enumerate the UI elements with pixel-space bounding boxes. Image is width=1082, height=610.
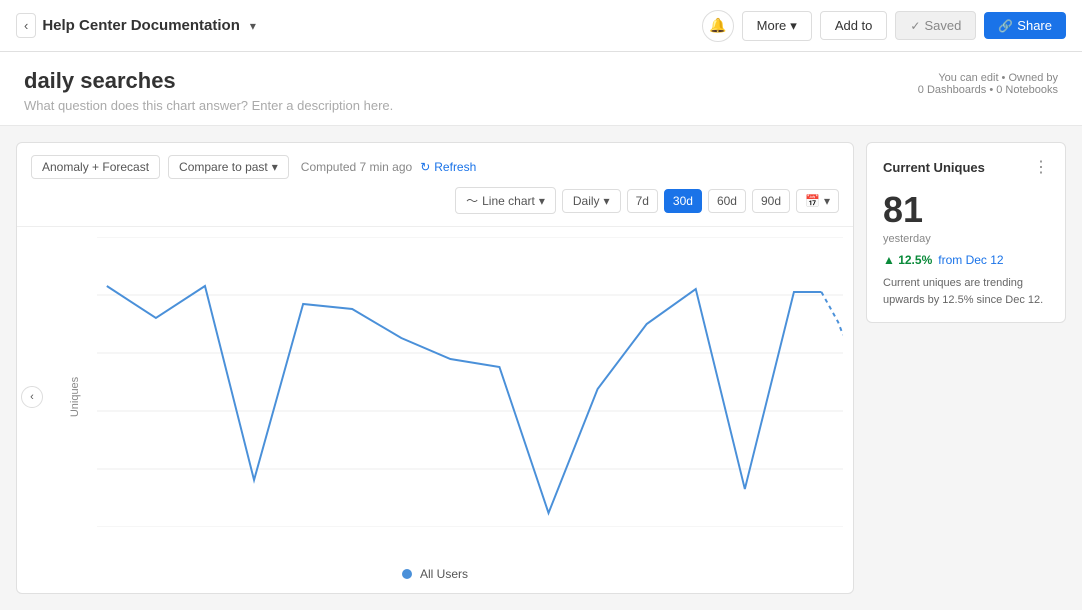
time-90d-button[interactable]: 90d bbox=[752, 189, 790, 213]
more-chevron-icon: ▾ bbox=[790, 18, 797, 34]
time-60d-button[interactable]: 60d bbox=[708, 189, 746, 213]
page-meta: You can edit • Owned by 0 Dashboards • 0… bbox=[918, 72, 1058, 96]
trend-row: ▲ 12.5% from Dec 12 bbox=[883, 253, 1049, 267]
page-description[interactable]: What question does this chart answer? En… bbox=[24, 98, 393, 113]
trend-from: from Dec 12 bbox=[938, 253, 1003, 267]
cal-chevron-icon: ▾ bbox=[824, 194, 830, 208]
uniques-card-header: Current Uniques ⋮ bbox=[883, 157, 1049, 177]
time-7d-button[interactable]: 7d bbox=[627, 189, 658, 213]
content-wrapper: Anomaly + Forecast Compare to past ▾ Com… bbox=[0, 126, 1082, 610]
compare-to-past-button[interactable]: Compare to past ▾ bbox=[168, 155, 289, 179]
chart-left-nav-button[interactable]: ‹ bbox=[21, 386, 43, 408]
anomaly-forecast-button[interactable]: Anomaly + Forecast bbox=[31, 155, 160, 179]
top-bar-right: 🔔 More ▾ Add to ✓ Saved 🔗 Share bbox=[702, 10, 1066, 42]
chart-type-button[interactable]: 〜 Line chart ▾ bbox=[455, 187, 556, 214]
time-30d-button[interactable]: 30d bbox=[664, 189, 702, 213]
uniques-description: Current uniques are trending upwards by … bbox=[883, 275, 1049, 308]
page-title: daily searches bbox=[24, 68, 393, 94]
granularity-chevron-icon: ▾ bbox=[604, 194, 610, 208]
link-icon: 🔗 bbox=[998, 19, 1013, 33]
chart-type-chevron-icon: ▾ bbox=[539, 194, 545, 208]
chart-panel: Anomaly + Forecast Compare to past ▾ Com… bbox=[16, 142, 854, 594]
refresh-icon: ↻ bbox=[420, 160, 430, 174]
line-chart-icon: 〜 bbox=[466, 192, 478, 209]
toolbar-right: 〜 Line chart ▾ Daily ▾ 7d 30d 60d 90d 📅 … bbox=[455, 187, 839, 214]
calendar-button[interactable]: 📅 ▾ bbox=[796, 189, 839, 213]
title-chevron-button[interactable]: ▾ bbox=[246, 17, 260, 35]
sidebar-panel: Current Uniques ⋮ 81 yesterday ▲ 12.5% f… bbox=[866, 142, 1066, 594]
computed-text: Computed 7 min ago bbox=[301, 160, 412, 174]
trend-percentage: ▲ 12.5% bbox=[883, 253, 932, 267]
add-to-button[interactable]: Add to bbox=[820, 11, 888, 40]
legend-dot bbox=[402, 569, 412, 579]
back-button[interactable]: ‹ bbox=[16, 13, 36, 38]
uniques-title: Current Uniques bbox=[883, 160, 985, 175]
bell-icon: 🔔 bbox=[709, 17, 726, 34]
saved-button[interactable]: ✓ Saved bbox=[895, 11, 976, 40]
check-icon: ✓ bbox=[910, 19, 920, 33]
uniques-more-button[interactable]: ⋮ bbox=[1033, 157, 1049, 177]
uniques-value: 81 bbox=[883, 189, 1049, 231]
top-bar: ‹ Help Center Documentation ▾ 🔔 More ▾ A… bbox=[0, 0, 1082, 52]
share-button[interactable]: 🔗 Share bbox=[984, 12, 1066, 39]
chart-toolbar: Anomaly + Forecast Compare to past ▾ Com… bbox=[17, 143, 853, 227]
chart-legend: All Users bbox=[17, 567, 853, 593]
app-title: Help Center Documentation bbox=[42, 17, 240, 34]
chart-svg: 100 80 60 40 20 0 Dec 12 Dec 14 Dec 16 D… bbox=[97, 237, 843, 527]
y-axis-label: Uniques bbox=[69, 377, 81, 417]
bell-button[interactable]: 🔔 bbox=[702, 10, 734, 42]
refresh-button[interactable]: ↻ Refresh bbox=[420, 160, 476, 174]
uniques-card: Current Uniques ⋮ 81 yesterday ▲ 12.5% f… bbox=[866, 142, 1066, 323]
calendar-icon: 📅 bbox=[805, 194, 820, 208]
top-bar-left: ‹ Help Center Documentation ▾ bbox=[16, 13, 260, 38]
compare-chevron-icon: ▾ bbox=[272, 160, 278, 174]
uniques-label: yesterday bbox=[883, 233, 1049, 245]
legend-label: All Users bbox=[420, 567, 468, 581]
more-button[interactable]: More ▾ bbox=[742, 11, 812, 41]
granularity-button[interactable]: Daily ▾ bbox=[562, 189, 621, 213]
page-header: daily searches What question does this c… bbox=[0, 52, 1082, 126]
